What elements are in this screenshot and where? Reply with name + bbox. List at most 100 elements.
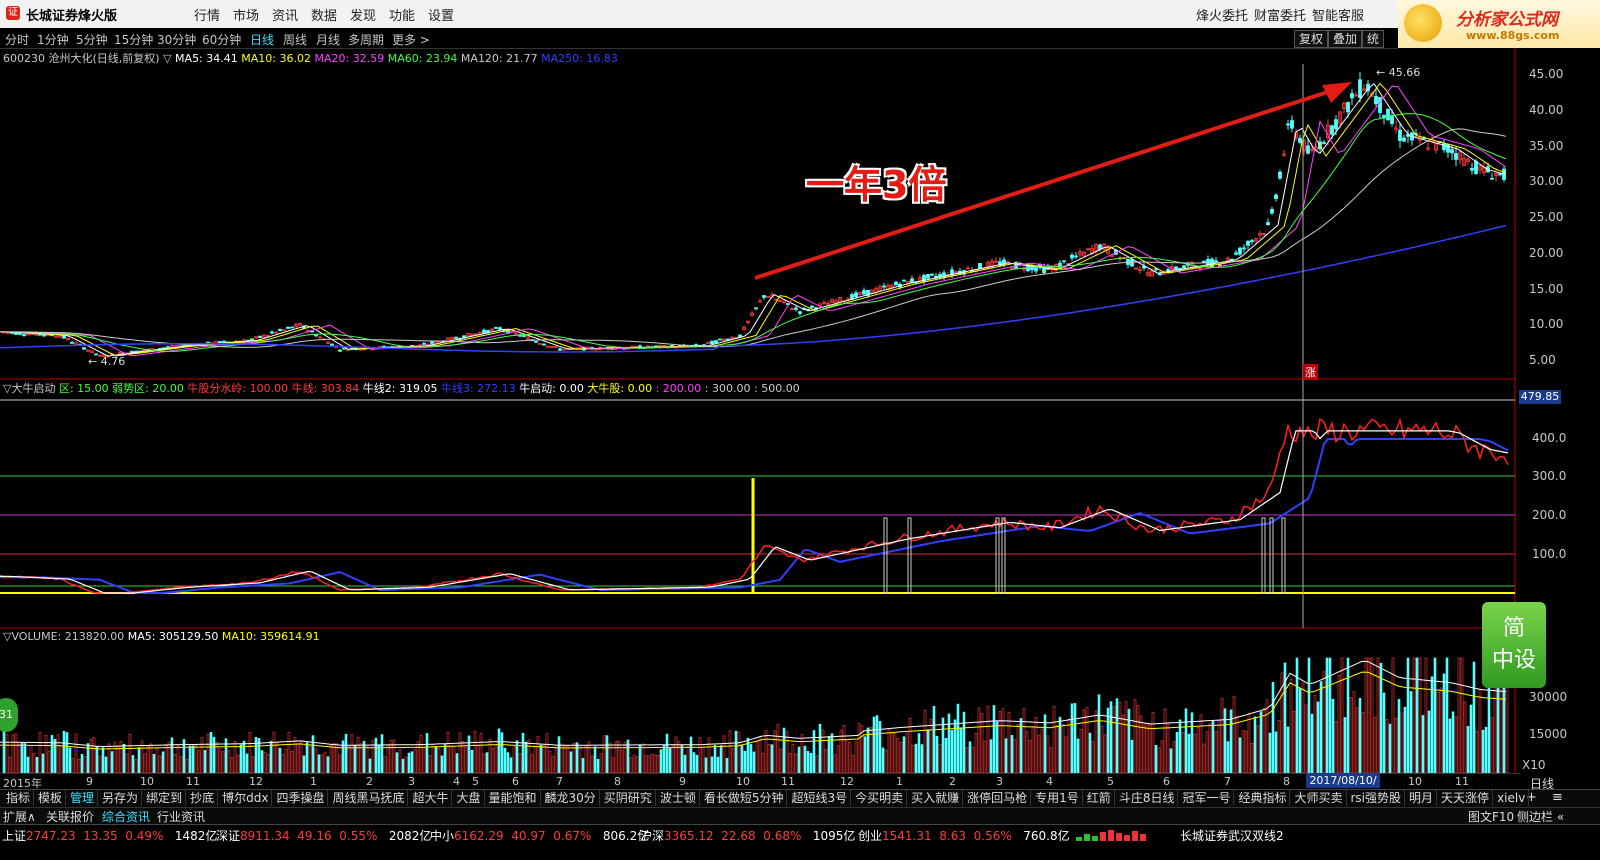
- volume-bar: [1286, 726, 1290, 773]
- period-9[interactable]: 多周期: [348, 31, 384, 48]
- volume-value[interactable]: ▽VOLUME: 213820.00: [3, 630, 124, 643]
- tab-22[interactable]: 斗庄8日线: [1116, 790, 1179, 806]
- candle-body: [1386, 108, 1390, 121]
- index-chinext[interactable]: 创业1541.31 8.63 0.56% 760.8亿: [858, 827, 1070, 844]
- volume-bar: [1172, 741, 1176, 773]
- index-sme[interactable]: 中小6162.29 40.97 0.67% 806.2亿: [430, 827, 649, 844]
- indicator-tick: 400.0: [1532, 431, 1567, 445]
- index-hs[interactable]: 沪深3365.12 22.68 0.68% 1095亿: [640, 827, 855, 844]
- tab-2[interactable]: 管理: [67, 790, 99, 806]
- volume-bar: [221, 751, 225, 773]
- overlay-button[interactable]: 叠加: [1328, 30, 1363, 48]
- menu-settings[interactable]: 设置: [428, 5, 454, 24]
- tab-11[interactable]: 量能饱和: [486, 790, 541, 806]
- menu-discover[interactable]: 发现: [350, 5, 376, 24]
- ext-tab-2[interactable]: 综合资讯: [102, 808, 150, 825]
- menu-data[interactable]: 数据: [311, 5, 337, 24]
- tab-14[interactable]: 波士顿: [657, 790, 700, 806]
- tab-menu-button[interactable]: ≡: [1552, 790, 1563, 805]
- volume-bar: [623, 741, 627, 773]
- adjust-button[interactable]: 复权: [1294, 30, 1329, 48]
- volume-bar: [1436, 692, 1440, 773]
- link-fenghuo-trade[interactable]: 烽火委托: [1196, 5, 1248, 24]
- volume-bar: [26, 756, 30, 773]
- volume-bar: [407, 752, 411, 773]
- tab-19[interactable]: 涨停回马枪: [964, 790, 1032, 806]
- broker-connection[interactable]: 长城证券武汉双线2: [1180, 827, 1284, 844]
- volume-bar: [668, 748, 672, 773]
- menu-news[interactable]: 资讯: [272, 5, 298, 24]
- candle-body: [286, 326, 290, 329]
- tab-12[interactable]: 麟龙30分: [542, 790, 600, 806]
- tab-13[interactable]: 买阴研究: [601, 790, 656, 806]
- side-panel-button[interactable]: 简 中设: [1482, 602, 1546, 688]
- floating-badge[interactable]: 31: [0, 698, 18, 732]
- tab-21[interactable]: 红箭: [1084, 790, 1115, 806]
- candle-body: [1306, 145, 1310, 154]
- index-shanghai[interactable]: 上证2747.23 13.35 0.49% 1482亿: [2, 827, 217, 844]
- volume-bar: [800, 734, 804, 773]
- volume-bar: [176, 745, 180, 773]
- date-tick: 5: [1107, 775, 1114, 788]
- tab-7[interactable]: 四季操盘: [273, 790, 329, 806]
- volume-bar: [905, 733, 909, 773]
- period-6[interactable]: 日线: [250, 31, 274, 48]
- tab-5[interactable]: 抄底: [187, 790, 219, 806]
- tab-23[interactable]: 冠军一号: [1179, 790, 1235, 806]
- sidebar-toggle[interactable]: 侧边栏 «: [1517, 808, 1564, 825]
- tab-26[interactable]: rsi强势股: [1348, 790, 1406, 806]
- period-10[interactable]: 更多 >: [392, 31, 430, 48]
- volume-bar: [1301, 682, 1305, 773]
- signal-bar: [883, 517, 888, 594]
- tab-6[interactable]: 博尔ddx: [219, 790, 273, 806]
- indicator-name[interactable]: ▽大牛启动: [3, 382, 55, 395]
- tab-17[interactable]: 今买明卖: [852, 790, 908, 806]
- period-8[interactable]: 月线: [316, 31, 340, 48]
- volume-bar: [413, 749, 417, 773]
- period-5[interactable]: 60分钟: [202, 31, 241, 48]
- volume-bar: [959, 727, 963, 773]
- period-7[interactable]: 周线: [283, 31, 307, 48]
- tab-1[interactable]: 模板: [35, 790, 67, 806]
- ext-tab-0[interactable]: 扩展∧: [3, 808, 36, 825]
- link-wealth-trade[interactable]: 财富委托: [1254, 5, 1306, 24]
- link-smart-service[interactable]: 智能客服: [1312, 5, 1364, 24]
- tab-24[interactable]: 经典指标: [1235, 790, 1291, 806]
- menu-quotes[interactable]: 行情: [194, 5, 220, 24]
- period-1[interactable]: 1分钟: [37, 31, 69, 48]
- tab-10[interactable]: 大盘: [453, 790, 485, 806]
- volume-bar: [344, 733, 348, 773]
- tab-3[interactable]: 另存为: [99, 790, 143, 806]
- volume-bar: [1079, 729, 1083, 773]
- period-3[interactable]: 15分钟: [114, 31, 153, 48]
- volume-bar: [752, 751, 756, 773]
- date-tick: 8: [1283, 775, 1290, 788]
- tab-18[interactable]: 买入就赚: [908, 790, 964, 806]
- stats-button[interactable]: 统: [1362, 30, 1385, 48]
- period-2[interactable]: 5分钟: [76, 31, 108, 48]
- menu-market[interactable]: 市场: [233, 5, 259, 24]
- ext-tab-1[interactable]: 关联报价: [46, 808, 94, 825]
- period-4[interactable]: 30分钟: [157, 31, 196, 48]
- tab-0[interactable]: 指标: [3, 790, 35, 806]
- candle-body: [762, 295, 766, 298]
- tab-15[interactable]: 看长做短5分钟: [701, 790, 788, 806]
- tab-9[interactable]: 超大牛: [409, 790, 453, 806]
- volume-bar: [281, 754, 285, 773]
- tab-25[interactable]: 大师买卖: [1291, 790, 1347, 806]
- period-0[interactable]: 分时: [5, 31, 29, 48]
- menu-functions[interactable]: 功能: [389, 5, 415, 24]
- volume-bar: [911, 744, 915, 773]
- tab-29[interactable]: xielv: [1494, 790, 1530, 806]
- index-shenzhen[interactable]: 深证8911.34 49.16 0.55% 2082亿: [216, 827, 431, 844]
- tab-16[interactable]: 超短线3号: [788, 790, 852, 806]
- tab-8[interactable]: 周线黑马抚底: [329, 790, 409, 806]
- kline-chart[interactable]: [0, 48, 1600, 773]
- ext-tab-3[interactable]: 行业资讯: [157, 808, 205, 825]
- volume-bar: [605, 735, 609, 773]
- tab-27[interactable]: 明月: [1406, 790, 1438, 806]
- tab-20[interactable]: 专用1号: [1032, 790, 1083, 806]
- tab-4[interactable]: 绑定到: [143, 790, 187, 806]
- f10-button[interactable]: 图文F10: [1468, 808, 1514, 825]
- tab-28[interactable]: 天天涨停: [1438, 790, 1494, 806]
